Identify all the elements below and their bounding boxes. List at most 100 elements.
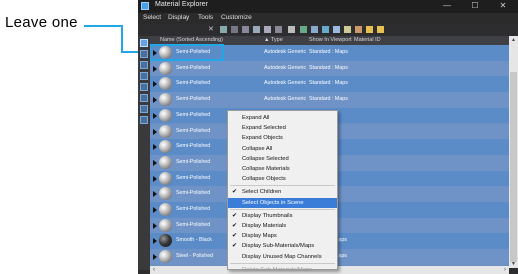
display-icon[interactable] bbox=[355, 26, 362, 33]
table-row[interactable]: Semi-Polished Autodesk Generic Standard : … bbox=[150, 44, 509, 61]
delete-icon[interactable]: ✕ bbox=[208, 25, 215, 33]
list-icon[interactable] bbox=[275, 26, 282, 33]
hierarchy-icon[interactable] bbox=[242, 26, 249, 33]
maximize-button[interactable]: ☐ bbox=[462, 0, 488, 13]
checkmark-icon: ✔ bbox=[232, 212, 238, 219]
material-swatch bbox=[159, 93, 172, 107]
checkmark-icon: ✔ bbox=[232, 233, 238, 240]
material-type: Autodesk Generic bbox=[264, 64, 307, 71]
context-menu-item[interactable]: Display Unused Map Channels bbox=[228, 252, 337, 262]
material-name: Semi-Polished bbox=[176, 206, 211, 212]
map-icon[interactable] bbox=[264, 26, 271, 33]
expand-arrow-icon[interactable] bbox=[153, 97, 157, 104]
display-children-button[interactable] bbox=[140, 94, 148, 102]
context-menu-item: Delete Sub-Materials/Maps bbox=[228, 265, 337, 274]
vertical-scrollbar[interactable]: ▲ ▼ bbox=[509, 36, 518, 268]
menu-item-label: Expand Selected bbox=[242, 125, 286, 132]
close-button[interactable]: ✕ bbox=[490, 0, 516, 13]
material-icon[interactable] bbox=[253, 26, 260, 33]
display-thumbnails-button[interactable] bbox=[140, 105, 148, 113]
context-menu: Expand All Expand Selected Expand Objects C… bbox=[227, 110, 338, 273]
context-menu-item[interactable]: Collapse Objects bbox=[228, 174, 337, 184]
scroll-down-button[interactable]: ▼ bbox=[509, 260, 518, 268]
show-in-viewport: Standard : Maps bbox=[309, 96, 348, 103]
display-filter-button[interactable] bbox=[140, 116, 148, 124]
menu-display[interactable]: Display bbox=[168, 14, 189, 21]
menu-item-label: Collapse Materials bbox=[242, 166, 290, 172]
material-type: Autodesk Generic bbox=[264, 96, 307, 103]
column-name[interactable]: Name (Sorted Ascending) bbox=[160, 37, 223, 43]
checkmark-icon: ✔ bbox=[232, 243, 238, 250]
context-menu-item[interactable]: Select Objects in Scene bbox=[228, 197, 337, 208]
context-menu-item[interactable]: ✔ Display Sub-Materials/Maps bbox=[228, 241, 337, 251]
layers-icon[interactable] bbox=[300, 26, 307, 33]
toggle-view-icon[interactable] bbox=[377, 26, 384, 33]
menu-item-label: Display Thumbnails bbox=[242, 212, 293, 219]
menu-customize[interactable]: Customize bbox=[221, 14, 252, 21]
expand-icon[interactable] bbox=[311, 26, 318, 33]
toolbar: ✕ bbox=[138, 24, 518, 36]
display-maps-button[interactable] bbox=[140, 72, 148, 80]
display-all-button[interactable] bbox=[140, 39, 148, 47]
scroll-thumb[interactable] bbox=[510, 72, 517, 262]
expand-arrow-icon[interactable] bbox=[153, 65, 157, 72]
context-menu-item[interactable]: Expand Objects bbox=[228, 133, 337, 143]
context-menu-item[interactable]: ✔ Display Maps bbox=[228, 231, 337, 241]
menu-item-label: Display Materials bbox=[242, 223, 287, 229]
expand-arrow-icon[interactable] bbox=[153, 81, 157, 88]
left-toolbar bbox=[138, 36, 150, 270]
context-menu-item[interactable]: Collapse All bbox=[228, 144, 337, 154]
display-scene-button[interactable] bbox=[140, 50, 148, 58]
table-row[interactable]: Semi-Polished Autodesk Generic Standard : … bbox=[150, 60, 509, 77]
material-name: Semi-Polished bbox=[176, 174, 211, 181]
column-show-in-viewport[interactable]: Show In Viewport bbox=[309, 37, 352, 43]
context-menu-item[interactable]: ✔ Display Thumbnails bbox=[228, 211, 337, 221]
expand-arrow-icon[interactable] bbox=[153, 191, 157, 198]
expand-arrow-icon[interactable] bbox=[153, 254, 157, 261]
table-row[interactable]: Semi-Polished Autodesk Generic Standard : … bbox=[150, 76, 509, 93]
column-type[interactable]: ▲ Type bbox=[264, 37, 283, 43]
sort-icon[interactable] bbox=[231, 26, 238, 33]
scroll-up-button[interactable]: ▲ bbox=[509, 36, 518, 44]
toggle-thumbnails-icon[interactable] bbox=[366, 26, 373, 33]
menu-tools[interactable]: Tools bbox=[198, 14, 213, 21]
column-icon[interactable] bbox=[333, 26, 340, 33]
context-menu-item[interactable]: Collapse Selected bbox=[228, 154, 337, 164]
annotation-highlight-box bbox=[150, 44, 224, 61]
material-name: Semi-Polished bbox=[176, 143, 211, 150]
show-in-viewport: Standard : Maps bbox=[309, 80, 348, 87]
expand-arrow-icon[interactable] bbox=[153, 128, 157, 135]
context-menu-item[interactable]: Collapse Materials bbox=[228, 164, 337, 174]
lock-icon[interactable] bbox=[288, 26, 295, 33]
material-swatch bbox=[159, 171, 172, 185]
menu-select[interactable]: Select bbox=[143, 14, 161, 21]
context-menu-item[interactable]: ✔ Select Children bbox=[228, 187, 337, 197]
menu-item-label: Select Children bbox=[242, 189, 282, 196]
expand-arrow-icon[interactable] bbox=[153, 207, 157, 213]
material-swatch bbox=[159, 77, 172, 91]
display-materials-button[interactable] bbox=[140, 61, 148, 69]
scroll-left-button[interactable]: ‹ bbox=[150, 266, 158, 274]
context-menu-item[interactable]: Expand All bbox=[228, 113, 337, 123]
expand-arrow-icon[interactable] bbox=[153, 222, 157, 229]
material-name: Semi-Polished bbox=[176, 96, 211, 103]
table-row[interactable]: Semi-Polished Autodesk Generic Standard : … bbox=[150, 92, 509, 108]
filter-icon[interactable] bbox=[220, 26, 227, 33]
expand-arrow-icon[interactable] bbox=[153, 112, 157, 119]
expand-arrow-icon[interactable] bbox=[153, 238, 157, 245]
expand-arrow-icon[interactable] bbox=[153, 144, 157, 151]
menu-separator bbox=[230, 208, 335, 210]
context-menu-item[interactable]: Expand Selected bbox=[228, 123, 337, 133]
minimize-button[interactable]: — bbox=[434, 0, 460, 13]
collapse-icon[interactable] bbox=[322, 26, 329, 33]
options-icon[interactable] bbox=[344, 26, 351, 33]
context-menu-item[interactable]: ✔ Display Materials bbox=[228, 221, 337, 231]
menu-item-label: Collapse Objects bbox=[242, 176, 286, 183]
expand-arrow-icon[interactable] bbox=[153, 175, 157, 182]
material-swatch bbox=[159, 140, 172, 154]
column-material-id[interactable]: Material ID bbox=[354, 37, 381, 43]
expand-arrow-icon[interactable] bbox=[153, 159, 157, 166]
scroll-right-button[interactable]: › bbox=[501, 266, 509, 274]
display-objects-button[interactable] bbox=[140, 83, 148, 91]
material-swatch bbox=[159, 218, 172, 232]
